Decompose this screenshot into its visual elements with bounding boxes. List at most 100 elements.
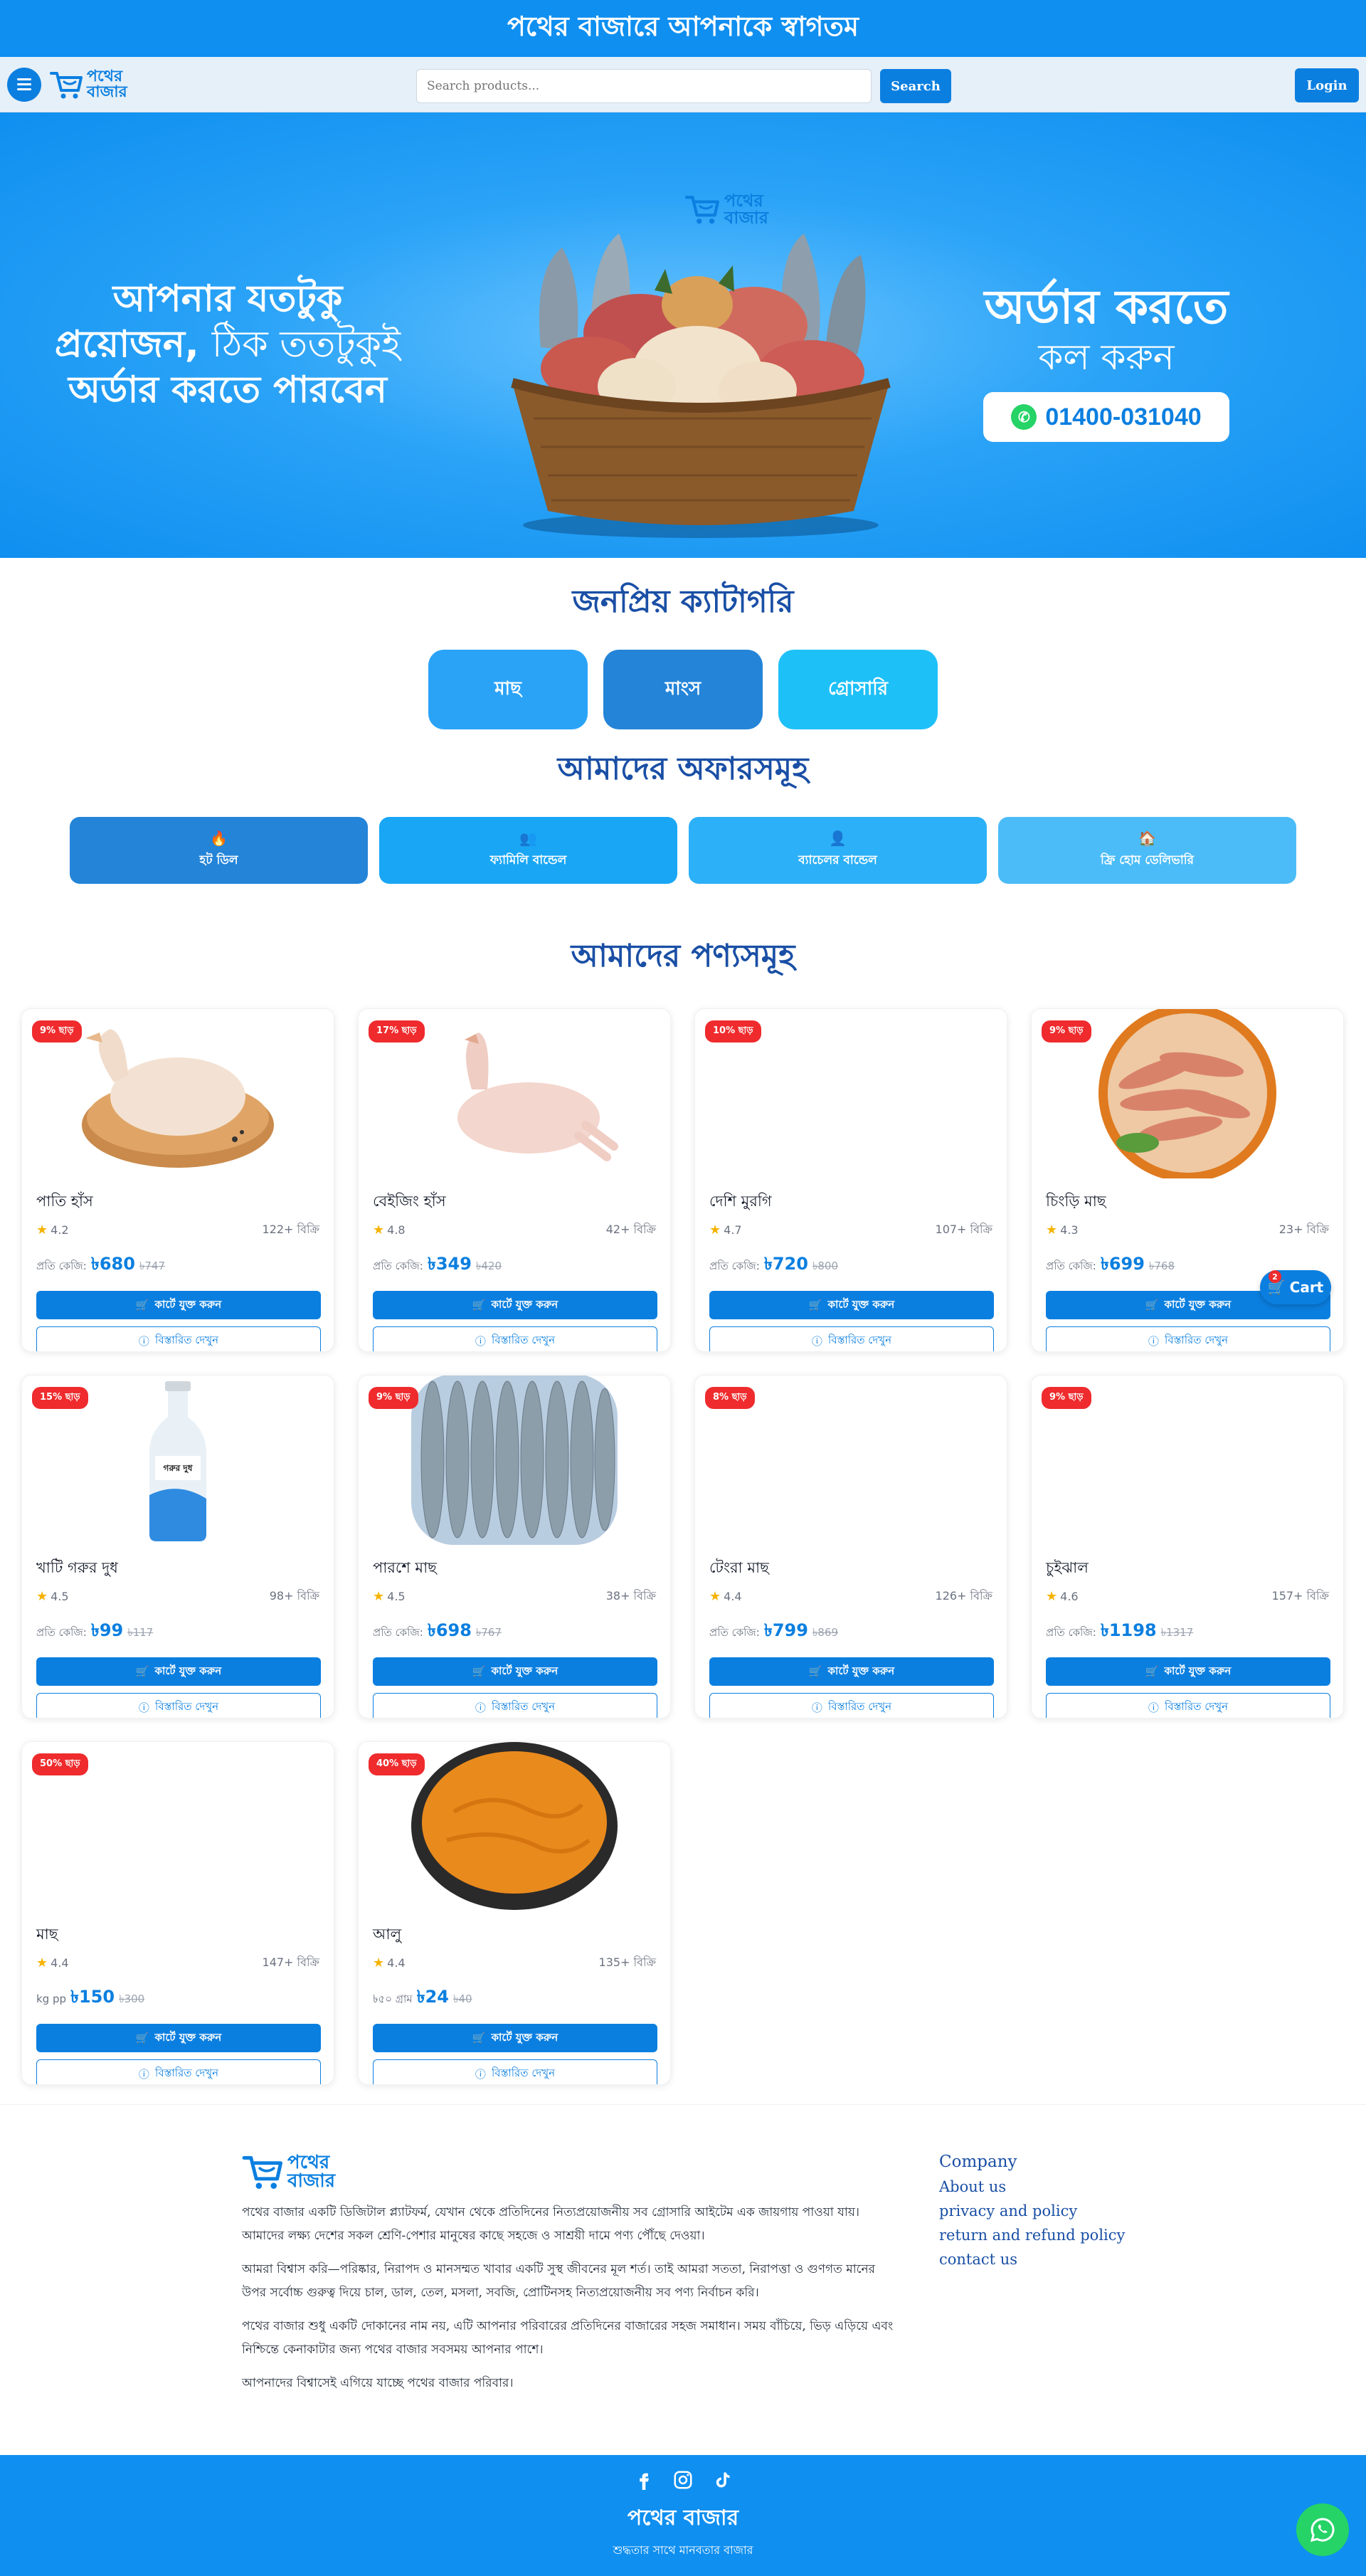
add-to-cart-button[interactable]: 🛒 কার্টে যুক্ত করুন bbox=[373, 1291, 657, 1319]
add-to-cart-button[interactable]: 🛒 কার্টে যুক্ত করুন bbox=[1046, 1657, 1330, 1686]
product-name[interactable]: চিংড়ি মাছ bbox=[1046, 1190, 1329, 1215]
product-image[interactable]: 9% ছাড় bbox=[1032, 1376, 1343, 1546]
instagram-icon[interactable] bbox=[672, 2469, 694, 2491]
original-price: ৳869 bbox=[812, 1626, 839, 1639]
original-price: ৳800 bbox=[812, 1260, 839, 1272]
view-details-button[interactable]: ⓘ বিস্তারিত দেখুন bbox=[36, 1326, 321, 1351]
product-image[interactable]: 9% ছাড় bbox=[1032, 1009, 1343, 1182]
phone-number-pill[interactable]: ✆ 01400-031040 bbox=[983, 392, 1229, 442]
view-details-button[interactable]: ⓘ বিস্তারিত দেখুন bbox=[373, 1326, 657, 1351]
current-price: ৳699 bbox=[1100, 1254, 1145, 1274]
hero-banner[interactable]: আপনার যতটুকু প্রয়োজন, ঠিক ততটুকুই অর্ডা… bbox=[0, 112, 1366, 558]
product-card[interactable]: 17% ছাড় বেইজিং হাঁস ★ 4.8 42+ বিক্রি প্রতি ক… bbox=[358, 1008, 671, 1352]
product-image[interactable]: 17% ছাড় bbox=[359, 1009, 670, 1180]
products-title: আমাদের পণ্যসমূহ bbox=[571, 938, 795, 974]
product-name[interactable]: দেশি মুরগি bbox=[709, 1190, 992, 1215]
product-image[interactable]: 40% ছাড় bbox=[359, 1742, 670, 1913]
product-price: প্রতি কেজি: ৳799 ৳869 bbox=[709, 1617, 992, 1646]
add-to-cart-button[interactable]: 🛒 কার্টে যুক্ত করুন bbox=[36, 1657, 321, 1686]
product-meta: ★ 4.4 135+ বিক্রি bbox=[373, 1953, 656, 1973]
view-details-button[interactable]: ⓘ বিস্তারিত দেখুন bbox=[1046, 1326, 1330, 1351]
footer-logo[interactable]: পথের বাজার bbox=[242, 2153, 896, 2191]
add-to-cart-button[interactable]: 🛒 কার্টে যুক্ত করুন bbox=[373, 1657, 657, 1686]
category-button[interactable]: মাংস bbox=[603, 650, 763, 729]
star-icon: ★ bbox=[373, 1223, 385, 1237]
login-button[interactable]: Login bbox=[1295, 68, 1359, 102]
offer-card[interactable]: 🔥 হট ডিল bbox=[70, 817, 368, 884]
price-unit: প্রতি কেজি: bbox=[36, 1260, 87, 1272]
product-card[interactable]: 40% ছাড় আলু ★ 4.4 135+ বিক্রি ৳৫০ গ্রাম ৳24 ৳4… bbox=[358, 1741, 671, 2085]
info-icon: ⓘ bbox=[811, 1334, 822, 1348]
product-card[interactable]: 9% ছাড় চুইঝাল ★ 4.6 157+ বিক্রি প্রতি কেজি: ৳… bbox=[1031, 1375, 1344, 1719]
category-button[interactable]: গ্রোসারি bbox=[778, 650, 938, 729]
product-image[interactable]: 8% ছাড় bbox=[695, 1376, 1007, 1546]
product-card[interactable]: 9% ছাড় পারশে মাছ ★ 4.5 38+ বিক্রি প্রতি কেজি… bbox=[358, 1375, 671, 1719]
product-image[interactable]: 9% ছাড় bbox=[359, 1376, 670, 1546]
add-to-cart-button[interactable]: 🛒 কার্টে যুক্ত করুন bbox=[709, 1291, 994, 1319]
cart-icon: 🛒 bbox=[808, 1665, 822, 1678]
offer-card[interactable]: 👤 ব্যাচেলর বান্ডেল bbox=[689, 817, 987, 884]
product-image[interactable]: 9% ছাড় bbox=[22, 1009, 334, 1180]
search-button[interactable]: Search bbox=[880, 69, 951, 103]
add-to-cart-button[interactable]: 🛒 কার্টে যুক্ত করুন bbox=[709, 1657, 994, 1686]
product-name[interactable]: চুইঝাল bbox=[1046, 1556, 1329, 1581]
menu-button[interactable] bbox=[7, 67, 41, 102]
logo-line-1: পথের bbox=[87, 67, 123, 85]
product-name[interactable]: মাছ bbox=[36, 1923, 319, 1948]
view-details-button[interactable]: ⓘ বিস্তারিত দেখুন bbox=[36, 1693, 321, 1718]
product-meta: ★ 4.4 147+ বিক্রি bbox=[36, 1953, 319, 1973]
search-input[interactable] bbox=[416, 69, 872, 103]
product-image[interactable]: 10% ছাড় bbox=[695, 1009, 1007, 1180]
view-details-button[interactable]: ⓘ বিস্তারিত দেখুন bbox=[709, 1693, 994, 1718]
product-card[interactable]: 50% ছাড় মাছ ★ 4.4 147+ বিক্রি kg pp ৳150 ৳300 🛒… bbox=[21, 1741, 334, 2085]
product-name[interactable]: আলু bbox=[373, 1923, 656, 1948]
product-card[interactable]: 15% ছাড় গরুর দুধ খাটি গরুর দুধ ★ 4.5 98+ বিক… bbox=[21, 1375, 334, 1719]
product-card[interactable]: 8% ছাড় টেংরা মাছ ★ 4.4 126+ বিক্রি প্রতি কেজ… bbox=[694, 1375, 1007, 1719]
view-details-label: বিস্তারিত দেখুন bbox=[491, 2066, 556, 2079]
footer-link-privacy[interactable]: privacy and policy bbox=[939, 2202, 1125, 2219]
product-card[interactable]: 10% ছাড় দেশি মুরগি ★ 4.7 107+ বিক্রি প্রতি ক… bbox=[694, 1008, 1007, 1352]
offer-card[interactable]: 🏠 ফ্রি হোম ডেলিভারি bbox=[998, 817, 1296, 884]
footer-about: পথের বাজার পথের বাজার একটি ডিজিটাল প্ল্য… bbox=[242, 2153, 896, 2395]
whatsapp-float-button[interactable] bbox=[1296, 2503, 1349, 2556]
welcome-text: পথের বাজারে আপনাকে স্বাগতম bbox=[507, 11, 859, 42]
product-name[interactable]: খাটি গরুর দুধ bbox=[36, 1556, 319, 1581]
view-details-button[interactable]: ⓘ বিস্তারিত দেখুন bbox=[373, 2059, 657, 2084]
hero-call-box: অর্ডার করতে কল করুন ✆ 01400-031040 bbox=[953, 280, 1259, 442]
floating-cart-button[interactable]: 2 🛒 Cart bbox=[1260, 1270, 1331, 1304]
add-to-cart-button[interactable]: 🛒 কার্টে যুক্ত করুন bbox=[373, 2024, 657, 2052]
star-icon: ★ bbox=[1046, 1223, 1058, 1237]
product-name[interactable]: বেইজিং হাঁস bbox=[373, 1190, 656, 1215]
sold-count: 147+ বিক্রি bbox=[262, 1955, 319, 1969]
add-to-cart-button[interactable]: 🛒 কার্টে যুক্ত করুন bbox=[36, 2024, 321, 2052]
product-meta: ★ 4.4 126+ বিক্রি bbox=[709, 1587, 992, 1606]
price-unit: প্রতি কেজি: bbox=[36, 1626, 87, 1639]
product-image[interactable]: 50% ছাড় bbox=[22, 1742, 334, 1913]
product-name[interactable]: পারশে মাছ bbox=[373, 1556, 656, 1581]
view-details-button[interactable]: ⓘ বিস্তারিত দেখুন bbox=[373, 1693, 657, 1718]
site-logo[interactable]: পথের বাজার bbox=[50, 67, 127, 100]
info-icon: ⓘ bbox=[1148, 1701, 1159, 1714]
product-image[interactable]: 15% ছাড় গরুর দুধ bbox=[22, 1376, 334, 1546]
footer-link-about[interactable]: About us bbox=[939, 2178, 1125, 2195]
product-name[interactable]: পাতি হাঁস bbox=[36, 1190, 319, 1215]
product-card[interactable]: 9% ছাড় পাতি হাঁস ★ 4.2 122+ বিক্রি প্রতি কেজ… bbox=[21, 1008, 334, 1352]
view-details-button[interactable]: ⓘ বিস্তারিত দেখুন bbox=[1046, 1693, 1330, 1718]
current-price: ৳99 bbox=[90, 1620, 124, 1640]
footer-link-contact[interactable]: contact us bbox=[939, 2251, 1125, 2268]
offer-card[interactable]: 👥 ফ্যামিলি বান্ডেল bbox=[379, 817, 677, 884]
add-to-cart-button[interactable]: 🛒 কার্টে যুক্ত করুন bbox=[36, 1291, 321, 1319]
view-details-button[interactable]: ⓘ বিস্তারিত দেখুন bbox=[36, 2059, 321, 2084]
star-icon: ★ bbox=[709, 1589, 721, 1604]
facebook-icon[interactable] bbox=[634, 2469, 654, 2491]
tiktok-icon[interactable] bbox=[712, 2469, 732, 2491]
product-image-art bbox=[71, 1011, 285, 1178]
original-price: ৳1317 bbox=[1160, 1626, 1194, 1639]
category-button[interactable]: মাছ bbox=[428, 650, 588, 729]
footer-link-refund[interactable]: return and refund policy bbox=[939, 2227, 1125, 2244]
view-details-button[interactable]: ⓘ বিস্তারিত দেখুন bbox=[709, 1326, 994, 1351]
rating-value: 4.5 bbox=[387, 1590, 406, 1603]
product-rating: ★ 4.5 bbox=[373, 1589, 406, 1604]
product-name[interactable]: টেংরা মাছ bbox=[709, 1556, 992, 1581]
product-rating: ★ 4.4 bbox=[709, 1589, 742, 1604]
